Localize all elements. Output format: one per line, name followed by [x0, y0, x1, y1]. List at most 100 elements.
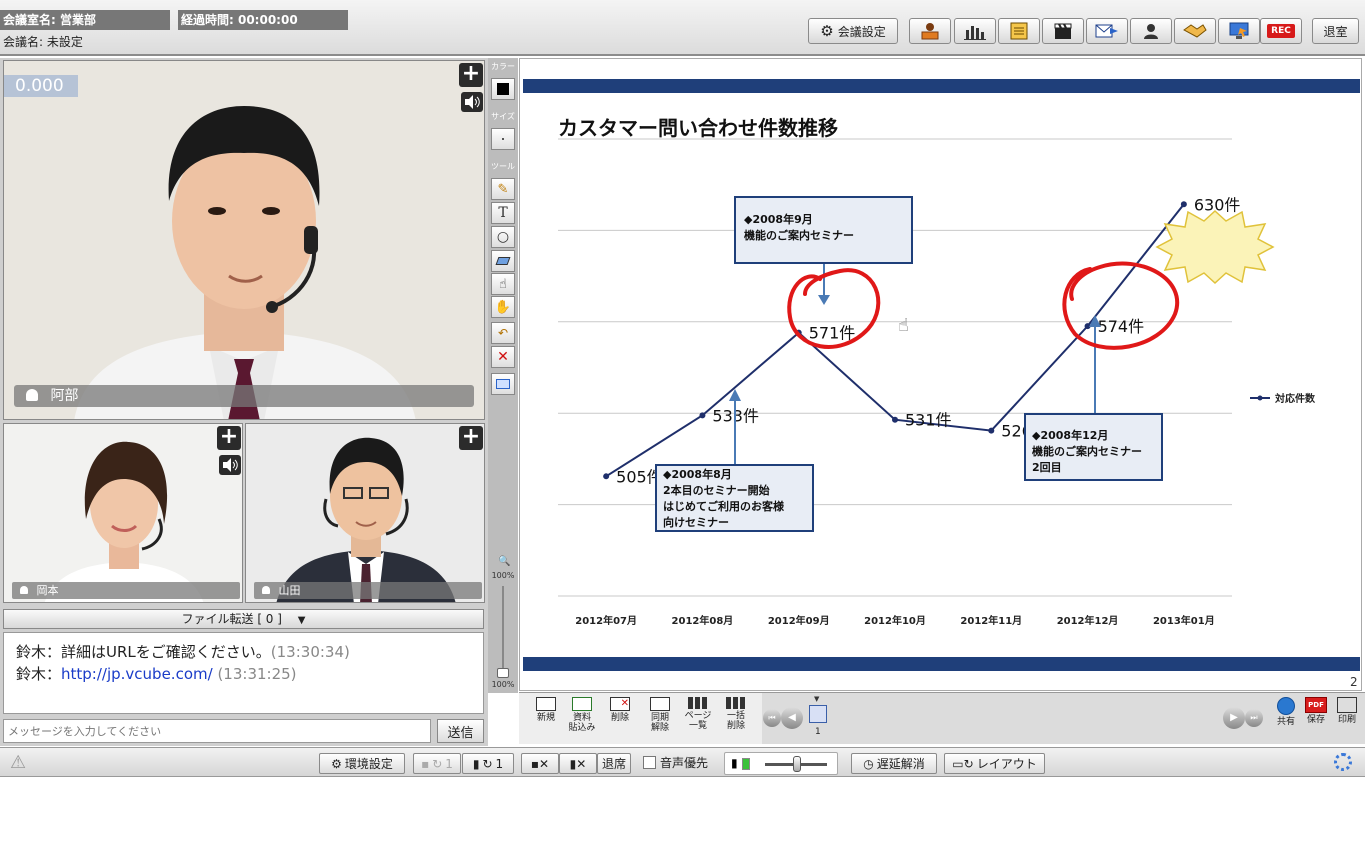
speaker-button[interactable]	[219, 455, 241, 475]
color-picker[interactable]	[491, 78, 515, 100]
user-icon	[262, 586, 270, 594]
save-pdf-button[interactable]: PDF 保存	[1301, 697, 1331, 725]
grab-tool[interactable]: ✋	[491, 296, 515, 318]
camera-off-button[interactable]: ▪✕	[521, 753, 559, 774]
tool-label: ツール	[491, 162, 515, 171]
printer-icon	[1337, 697, 1357, 713]
message-input[interactable]	[3, 719, 431, 743]
page-list-button[interactable]: ページ 一覧	[681, 697, 715, 731]
legend-label: 対応件数	[1274, 392, 1316, 405]
bitrate-counter: 0.000	[4, 75, 78, 97]
chart-x-tick-label: 2012年07月	[575, 614, 637, 627]
video-share-button[interactable]	[1042, 18, 1084, 44]
expand-video-button[interactable]: +	[459, 426, 483, 450]
expand-video-button[interactable]: +	[217, 426, 241, 450]
stats-button[interactable]	[954, 18, 996, 44]
size-picker[interactable]	[491, 128, 515, 150]
slide-header-band	[523, 79, 1360, 93]
page-list-label: ページ 一覧	[684, 711, 712, 731]
meeting-settings-button[interactable]: ⚙ 会議設定	[808, 18, 898, 44]
layout-icon: ▭↻	[952, 756, 974, 771]
chart-x-ticks: 2012年07月 2012年08月 2012年09月 2012年10月 2012年11月…	[575, 614, 1214, 627]
drawing-tools: カラー サイズ ツール ✎ T ○ ☝ ✋ ↶ ✕ 🔍 100% 100%	[488, 58, 518, 693]
audio-priority-label: 音声優先	[660, 756, 709, 770]
sync-release-button[interactable]: 同期 解除	[643, 697, 677, 733]
speaker-button[interactable]	[461, 92, 483, 112]
zoom-slider-handle[interactable]	[497, 668, 509, 678]
pencil-tool[interactable]: ✎	[491, 178, 515, 200]
last-page-button[interactable]: ⏭	[1245, 709, 1263, 727]
invite-button[interactable]	[1086, 18, 1128, 44]
chat-sender: 鈴木：	[16, 643, 62, 661]
slide-title: カスタマー問い合わせ件数推移	[558, 116, 838, 140]
handshake-button[interactable]	[1174, 18, 1216, 44]
slide-area[interactable]: カスタマー問い合わせ件数推移 2 505件533件571件531件526件574…	[519, 58, 1362, 691]
new-page-label: 新規	[536, 713, 555, 723]
environment-settings-button[interactable]: ⚙ 環境設定	[319, 753, 405, 774]
first-page-button[interactable]: ⏮	[763, 709, 781, 727]
color-label: カラー	[491, 62, 515, 71]
chat-message: 鈴木：http://jp.vcube.com/ (13:31:25)	[16, 663, 471, 685]
text-tool[interactable]: T	[491, 202, 515, 224]
file-transfer-bar[interactable]: ファイル転送 [ 0 ] ▼	[3, 609, 484, 629]
participant-video-okamoto	[4, 424, 242, 602]
hand-pointer-icon: ☝	[499, 276, 507, 292]
new-page-button[interactable]: 新規	[529, 697, 563, 723]
speaker-icon	[223, 458, 238, 472]
legend-marker	[1257, 395, 1263, 401]
clock-icon: ◷	[863, 756, 874, 771]
undo-icon: ↶	[497, 326, 509, 340]
chart-x-tick-label: 2013年01月	[1153, 614, 1215, 627]
pencil-icon: ✎	[497, 181, 509, 197]
sync-release-label: 同期 解除	[650, 713, 669, 733]
handshake-icon	[1183, 24, 1207, 38]
chart-data-label: 630件	[1194, 195, 1241, 214]
eraser-tool[interactable]	[491, 250, 515, 272]
audio-priority-checkbox[interactable]	[643, 756, 656, 769]
paste-document-button[interactable]: 資料 貼込み	[565, 697, 599, 733]
expand-video-button[interactable]: +	[459, 63, 483, 87]
room-name: 会議室名: 営業部	[0, 10, 170, 30]
volume-control[interactable]: ▮	[724, 752, 838, 775]
share-button[interactable]: 共有	[1271, 697, 1301, 727]
user-icon	[20, 586, 28, 594]
page-thumbnail-indicator[interactable]	[809, 705, 827, 723]
user-button[interactable]	[1130, 18, 1172, 44]
prev-page-button[interactable]: ◀	[781, 707, 803, 729]
mic-sync-button[interactable]: ▮ ↻ 1	[462, 753, 514, 774]
bar-chart-icon	[964, 26, 986, 40]
grid-delete-icon	[726, 697, 746, 709]
clear-tool[interactable]: ✕	[491, 346, 515, 368]
memo-button[interactable]	[998, 18, 1040, 44]
volume-slider-handle[interactable]	[793, 756, 801, 772]
elapsed-time: 経過時間: 00:00:00	[178, 10, 348, 30]
camera-off-icon: ▪✕	[530, 756, 550, 771]
environment-settings-label: 環境設定	[344, 757, 393, 771]
meeting-settings-label: 会議設定	[837, 24, 886, 39]
desktop-share-button[interactable]	[1218, 18, 1260, 44]
shape-tool[interactable]: ○	[491, 226, 515, 248]
undo-tool[interactable]: ↶	[491, 322, 515, 344]
pointer-tool[interactable]: ☝	[491, 273, 515, 295]
camera-sync-button[interactable]: ▪ ↻ 1	[413, 753, 461, 774]
chat-link[interactable]: http://jp.vcube.com/	[61, 665, 213, 683]
leave-button[interactable]: 退室	[1312, 18, 1359, 44]
delete-page-button[interactable]: ✕ 削除	[603, 697, 637, 723]
leave-seat-button[interactable]: 退席	[597, 753, 631, 774]
person-desk-icon	[921, 23, 939, 40]
participants-button[interactable]	[909, 18, 951, 44]
slide-canvas: カスタマー問い合わせ件数推移 2 505件533件571件531件526件574…	[523, 79, 1360, 689]
record-button[interactable]: REC	[1260, 18, 1302, 44]
delay-release-button[interactable]: ◷ 遅延解消	[851, 753, 937, 774]
delete-all-button[interactable]: 一括 削除	[719, 697, 753, 731]
send-button[interactable]: 送信	[437, 719, 484, 743]
capture-tool[interactable]	[491, 373, 515, 395]
layout-button[interactable]: ▭↻ レイアウト	[944, 753, 1045, 774]
starburst-highlight	[1155, 209, 1275, 285]
chart-x-tick-label: 2012年12月	[1057, 614, 1119, 627]
size-label: サイズ	[491, 112, 515, 121]
next-page-button[interactable]: ▶	[1223, 707, 1245, 729]
print-button[interactable]: 印刷	[1332, 697, 1362, 725]
zoom-slider-track[interactable]	[502, 586, 504, 676]
mic-off-button[interactable]: ▮✕	[559, 753, 597, 774]
